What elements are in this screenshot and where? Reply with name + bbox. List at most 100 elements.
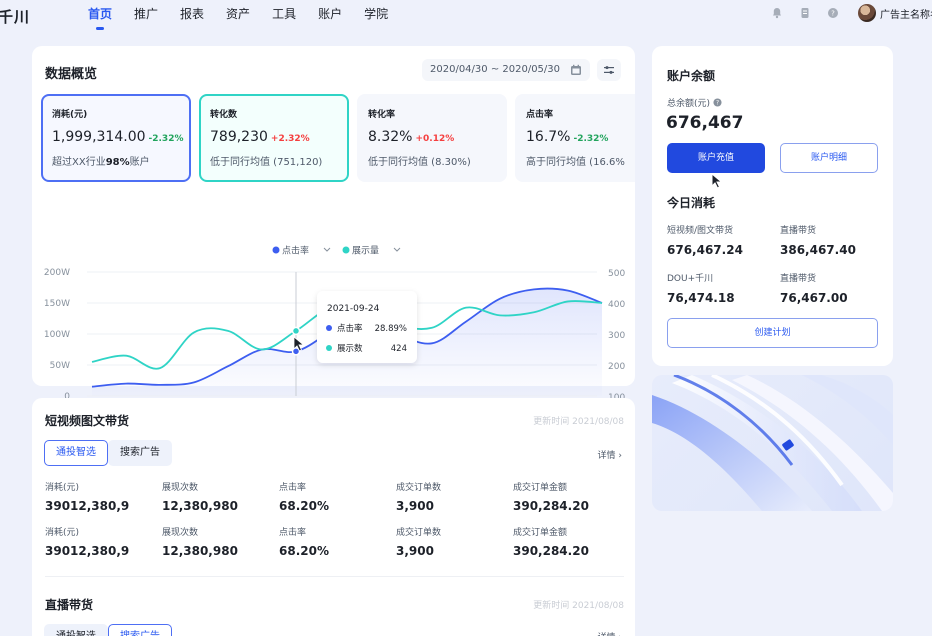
bell-icon[interactable] [770,6,784,20]
y-left-tick-label: 100W [44,330,70,340]
kpi-label: 转化率 [368,110,396,120]
promo-glass-illustration [652,375,893,511]
username[interactable]: 广告主名称名 [880,6,932,21]
kpi-label: 点击率 [526,110,554,120]
legend-label: 展示量 [352,246,379,257]
cursor-icon [711,173,723,189]
svg-text:?: ? [831,10,835,18]
short-video-tabs: 通投智选 搜索广告 [44,440,172,466]
document-icon[interactable] [798,6,812,20]
kpi-ctr[interactable]: 点击率 16.7% -2.32% 高于同行均值 (16.6% [515,94,635,182]
sliders-icon [604,66,614,74]
account-title: 账户余额 [667,69,716,83]
kpi-delta: -2.32% [573,134,609,144]
y-left-tick-label: 150W [44,299,70,309]
overview-title: 数据概览 [45,67,98,82]
live-title: 直播带货 [45,598,94,612]
legend-marker [272,246,280,254]
chevron-right-icon: › [618,451,622,461]
tooltip-date: 2021-09-24 [327,304,380,314]
live-tabs: 通投智选 搜索广告 [44,624,172,636]
spend-dou-qianchuan: DOU+千川 76,474.18 [667,274,735,305]
tooltip-label: 展示数 [337,343,363,354]
tooltip-marker [326,325,332,331]
tooltip-value: 424 [391,344,407,354]
kpi-label: 转化数 [210,110,238,120]
kpi-note: 低于同行均值 (751,120) [210,157,323,168]
balance-value: 676,467 [666,113,744,133]
tab-search-ads[interactable]: 搜索广告 [108,624,172,636]
y-right-tick-label: 500 [608,269,625,279]
divider [45,576,624,577]
kpi-delta: -2.32% [148,134,184,144]
date-range-text: 2020/04/30 ~ 2020/05/30 [430,64,561,75]
short-video-title: 短视频图文带货 [45,414,130,428]
svg-text:?: ? [716,101,719,107]
tab-smart-delivery[interactable]: 通投智选 [44,440,108,466]
live-detail-link[interactable]: 详情 › [598,630,623,636]
filter-button[interactable] [597,59,621,81]
spend-live: 直播带货 386,467.40 [780,226,856,257]
help-icon[interactable]: ? [826,6,840,20]
hover-point-impressions [291,326,301,336]
nav-account[interactable]: 账户 [318,0,342,34]
legend-marker [342,246,350,254]
kpi-label: 消耗(元) [52,110,88,120]
y-right-tick-label: 200 [608,362,625,372]
nav-reports[interactable]: 报表 [180,0,204,34]
kpi-value: 1,999,314.00 -2.32% [52,129,184,145]
date-range-picker[interactable]: 2020/04/30 ~ 2020/05/30 [422,59,590,81]
balance-label: 总余额(元) ? [667,96,722,109]
account-balance-card: 账户余额 总余额(元) ? 676,467 账户充值 账户明细 今日消耗 短视频… [652,46,893,366]
kpi-note: 低于同行均值 (8.30%) [368,157,471,168]
nav-promotion[interactable]: 推广 [134,0,158,34]
today-spend-title: 今日消耗 [667,196,716,210]
nav-tools[interactable]: 工具 [272,0,296,34]
y-right-tick-label: 400 [608,300,625,310]
recharge-button[interactable]: 账户充值 [667,143,765,173]
promo-banner[interactable] [652,375,893,511]
main-nav: 首页 推广 报表 资产 工具 账户 学院 [88,0,410,34]
data-overview-card: 数据概览 2020/04/30 ~ 2020/05/30 消耗(元) 1,999… [32,46,635,430]
create-plan-button[interactable]: 创建计划 [667,318,878,348]
help-icon[interactable]: ? [713,98,722,107]
tooltip-marker [326,345,332,351]
brand-logo[interactable]: 千川 [0,6,30,27]
live-updated: 更新时间 2021/08/08 [533,601,624,611]
kpi-conversions[interactable]: 转化数 789,230 +2.32% 低于同行均值 (751,120) [199,94,349,182]
legend-label: 点击率 [282,245,309,257]
kpi-delta: +0.12% [415,134,455,144]
table-row: 消耗(元) 39012,380,9 展现次数 12,380,980 点击率 68.20… [45,483,589,513]
spend-live-2: 直播带货 76,467.00 [780,274,848,305]
kpi-note: 高于同行均值 (16.6% [526,157,625,168]
table-row: 消耗(元) 39012,380,9 展现次数 12,380,980 点击率 68.20… [45,528,589,558]
top-right-actions: ? 广告主名称名 [770,4,932,22]
spend-short-video: 短视频/图文带货 676,467.24 [667,226,743,257]
kpi-cards: 消耗(元) 1,999,314.00 -2.32% 超过XX行业98%账户 转化数… [41,94,635,186]
kpi-note: 超过XX行业98%账户 [52,157,150,168]
kpi-value: 789,230 +2.32% [210,129,310,145]
nav-home[interactable]: 首页 [88,0,112,34]
kpi-value: 8.32% +0.12% [368,129,455,145]
avatar[interactable] [858,4,876,22]
chevron-down-icon [393,247,401,252]
tab-smart-delivery[interactable]: 通投智选 [44,624,108,636]
kpi-conversion-rate[interactable]: 转化率 8.32% +0.12% 低于同行均值 (8.30%) [357,94,507,182]
short-video-detail-link[interactable]: 详情 › [598,448,623,461]
short-video-updated: 更新时间 2021/08/08 [533,417,624,427]
y-right-tick-label: 300 [608,331,625,341]
account-details-button[interactable]: 账户明细 [780,143,878,173]
kpi-delta: +2.32% [270,134,310,144]
y-left-tick-label: 50W [50,361,70,371]
short-video-card: 短视频图文带货 更新时间 2021/08/08 通投智选 搜索广告 详情 › 消… [32,398,635,636]
kpi-value: 16.7% -2.32% [526,129,609,145]
kpi-cost[interactable]: 消耗(元) 1,999,314.00 -2.32% 超过XX行业98%账户 [41,94,191,182]
top-bar: 千川 首页 推广 报表 资产 工具 账户 学院 ? 广告主名称名 [0,0,932,34]
nav-academy[interactable]: 学院 [364,0,388,34]
nav-assets[interactable]: 资产 [226,0,250,34]
tooltip-value: 28.89% [375,324,407,334]
y-left-tick-label: 200W [44,268,70,278]
calendar-icon [571,64,581,75]
tab-search-ads[interactable]: 搜索广告 [108,440,172,466]
chevron-down-icon [323,247,331,252]
